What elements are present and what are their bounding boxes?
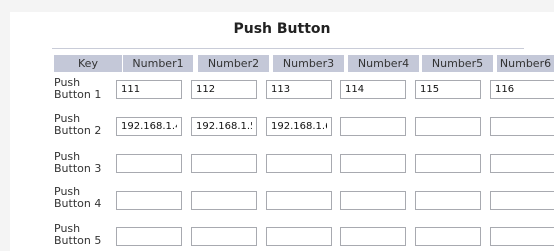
pb3-number6-input[interactable] <box>490 154 554 173</box>
pb3-number5-input[interactable] <box>415 154 481 173</box>
pb2-number5-input[interactable] <box>415 117 481 136</box>
row-label-push-button-5: Push Button 5 <box>54 222 102 247</box>
header-number1: Number1 <box>123 55 193 72</box>
header-number3: Number3 <box>273 55 344 72</box>
pb3-number4-input[interactable] <box>340 154 406 173</box>
pb3-number3-input[interactable] <box>266 154 332 173</box>
pb4-number4-input[interactable] <box>340 191 406 210</box>
pb4-number3-input[interactable] <box>266 191 332 210</box>
push-button-panel: Push Button Key Number1 Number2 Number3 … <box>10 12 554 251</box>
pb1-number4-input[interactable] <box>340 80 406 99</box>
pb4-number1-input[interactable] <box>116 191 182 210</box>
header-number2: Number2 <box>198 55 269 72</box>
pb1-number3-input[interactable] <box>266 80 332 99</box>
pb4-number5-input[interactable] <box>415 191 481 210</box>
header-number4: Number4 <box>348 55 419 72</box>
row-label-push-button-3: Push Button 3 <box>54 150 102 175</box>
header-number5: Number5 <box>422 55 493 72</box>
pb2-number6-input[interactable] <box>490 117 554 136</box>
pb2-number1-input[interactable] <box>116 117 182 136</box>
pb1-number1-input[interactable] <box>116 80 182 99</box>
pb2-number2-input[interactable] <box>191 117 257 136</box>
pb3-number1-input[interactable] <box>116 154 182 173</box>
row-label-push-button-2: Push Button 2 <box>54 112 102 137</box>
title-divider <box>52 48 524 49</box>
pb1-number5-input[interactable] <box>415 80 481 99</box>
pb4-number2-input[interactable] <box>191 191 257 210</box>
pb5-number1-input[interactable] <box>116 227 182 246</box>
row-label-push-button-1: Push Button 1 <box>54 76 102 101</box>
header-number6: Number6 <box>497 55 554 72</box>
section-title: Push Button <box>233 21 331 37</box>
pb5-number5-input[interactable] <box>415 227 481 246</box>
pb1-number6-input[interactable] <box>490 80 554 99</box>
row-label-push-button-4: Push Button 4 <box>54 185 102 210</box>
pb5-number2-input[interactable] <box>191 227 257 246</box>
pb5-number3-input[interactable] <box>266 227 332 246</box>
pb5-number6-input[interactable] <box>490 227 554 246</box>
pb5-number4-input[interactable] <box>340 227 406 246</box>
header-key: Key <box>54 55 122 72</box>
pb2-number4-input[interactable] <box>340 117 406 136</box>
pb1-number2-input[interactable] <box>191 80 257 99</box>
pb4-number6-input[interactable] <box>490 191 554 210</box>
pb3-number2-input[interactable] <box>191 154 257 173</box>
pb2-number3-input[interactable] <box>266 117 332 136</box>
